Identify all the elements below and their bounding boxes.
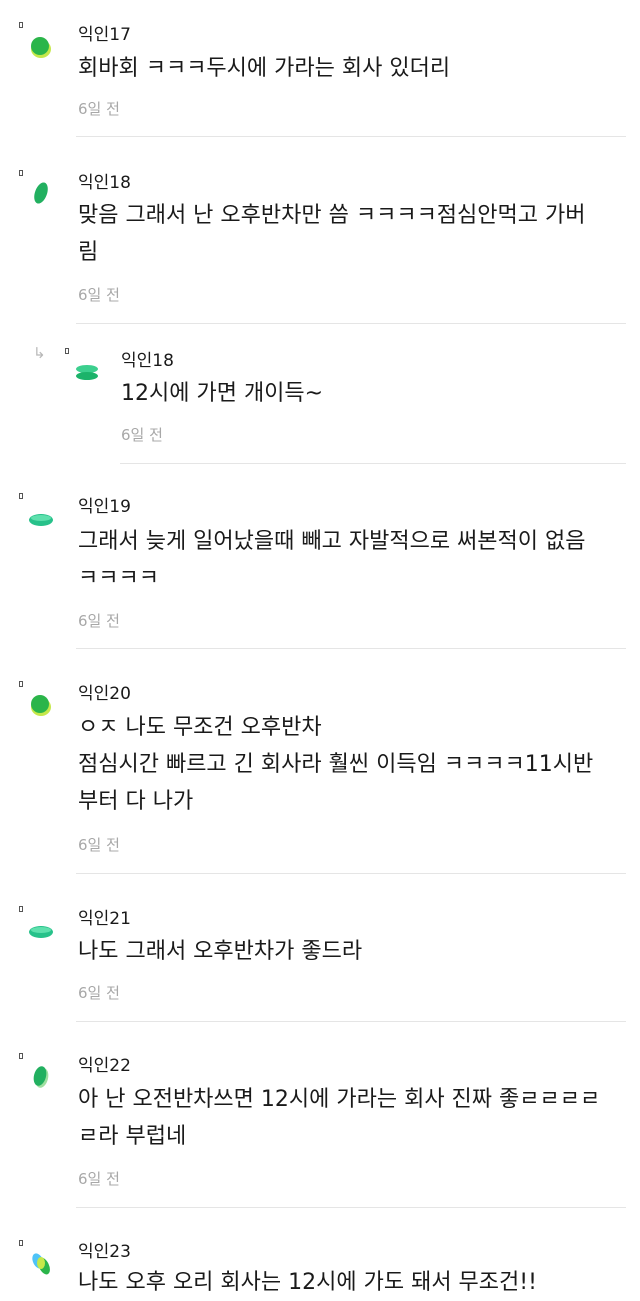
comment-time: 6일 전 — [78, 100, 120, 118]
comment-time: 6일 전 — [78, 612, 120, 630]
comment-author: 익인22 — [78, 1056, 131, 1076]
divider — [76, 323, 626, 324]
divider — [76, 1021, 626, 1022]
avatar — [29, 514, 53, 526]
comment-author: 익인20 — [78, 684, 131, 704]
comment-time: 6일 전 — [78, 984, 120, 1002]
comment-author: 익인21 — [78, 909, 131, 929]
select-marker-icon — [19, 170, 23, 176]
select-marker-icon — [19, 1240, 23, 1246]
divider — [76, 136, 626, 137]
select-marker-icon — [65, 348, 69, 354]
comment-text: 12시에 가면 개이득~ — [121, 381, 324, 406]
avatar — [31, 37, 51, 58]
select-marker-icon — [19, 22, 23, 28]
comment-author: 익인18 — [121, 351, 174, 371]
reply-arrow-icon: ↳ — [33, 344, 46, 362]
comment-text: 회바회 ㅋㅋㅋ두시에 가라는 회사 있더리 — [78, 56, 451, 81]
comment-author: 익인18 — [78, 173, 131, 193]
comment-time: 6일 전 — [78, 1170, 120, 1188]
avatar — [76, 365, 98, 380]
comment-time: 6일 전 — [78, 286, 120, 304]
divider — [76, 648, 626, 649]
comment-text: 나도 그래서 오후반차가 좋드라 — [78, 939, 363, 964]
comment-text: 아 난 오전반차쓰면 12시에 가라는 회사 진짜 좋ㄹㄹㄹㄹ ㄹ라 부럽네 — [78, 1087, 601, 1149]
comment-author: 익인17 — [78, 25, 131, 45]
comment-text: 그래서 늦게 일어났을때 빼고 자발적으로 써본적이 없음 ㅋㅋㅋㅋ — [78, 529, 586, 591]
comment-author: 익인19 — [78, 497, 131, 517]
avatar — [29, 926, 53, 938]
avatar — [33, 1066, 49, 1088]
divider — [120, 463, 626, 464]
comment-author: 익인23 — [78, 1242, 131, 1262]
avatar — [34, 182, 48, 204]
select-marker-icon — [19, 1053, 23, 1059]
comment-text: 나도 오후 오리 회사는 12시에 가도 돼서 무조건!! — [78, 1270, 537, 1295]
select-marker-icon — [19, 681, 23, 687]
avatar — [31, 695, 51, 716]
select-marker-icon — [19, 906, 23, 912]
comment-text: 맞음 그래서 난 오후반차만 씀 ㅋㅋㅋㅋ점심안먹고 가버 림 — [78, 203, 586, 265]
divider — [76, 873, 626, 874]
avatar — [32, 1253, 50, 1275]
comment-text: ㅇㅈ 나도 무조건 오후반차 점심시간 빠르고 긴 회사라 훨씬 이득임 ㅋㅋㅋ… — [78, 715, 594, 814]
select-marker-icon — [19, 493, 23, 499]
divider — [76, 1207, 626, 1208]
comment-time: 6일 전 — [78, 836, 120, 854]
comment-time: 6일 전 — [121, 426, 163, 444]
